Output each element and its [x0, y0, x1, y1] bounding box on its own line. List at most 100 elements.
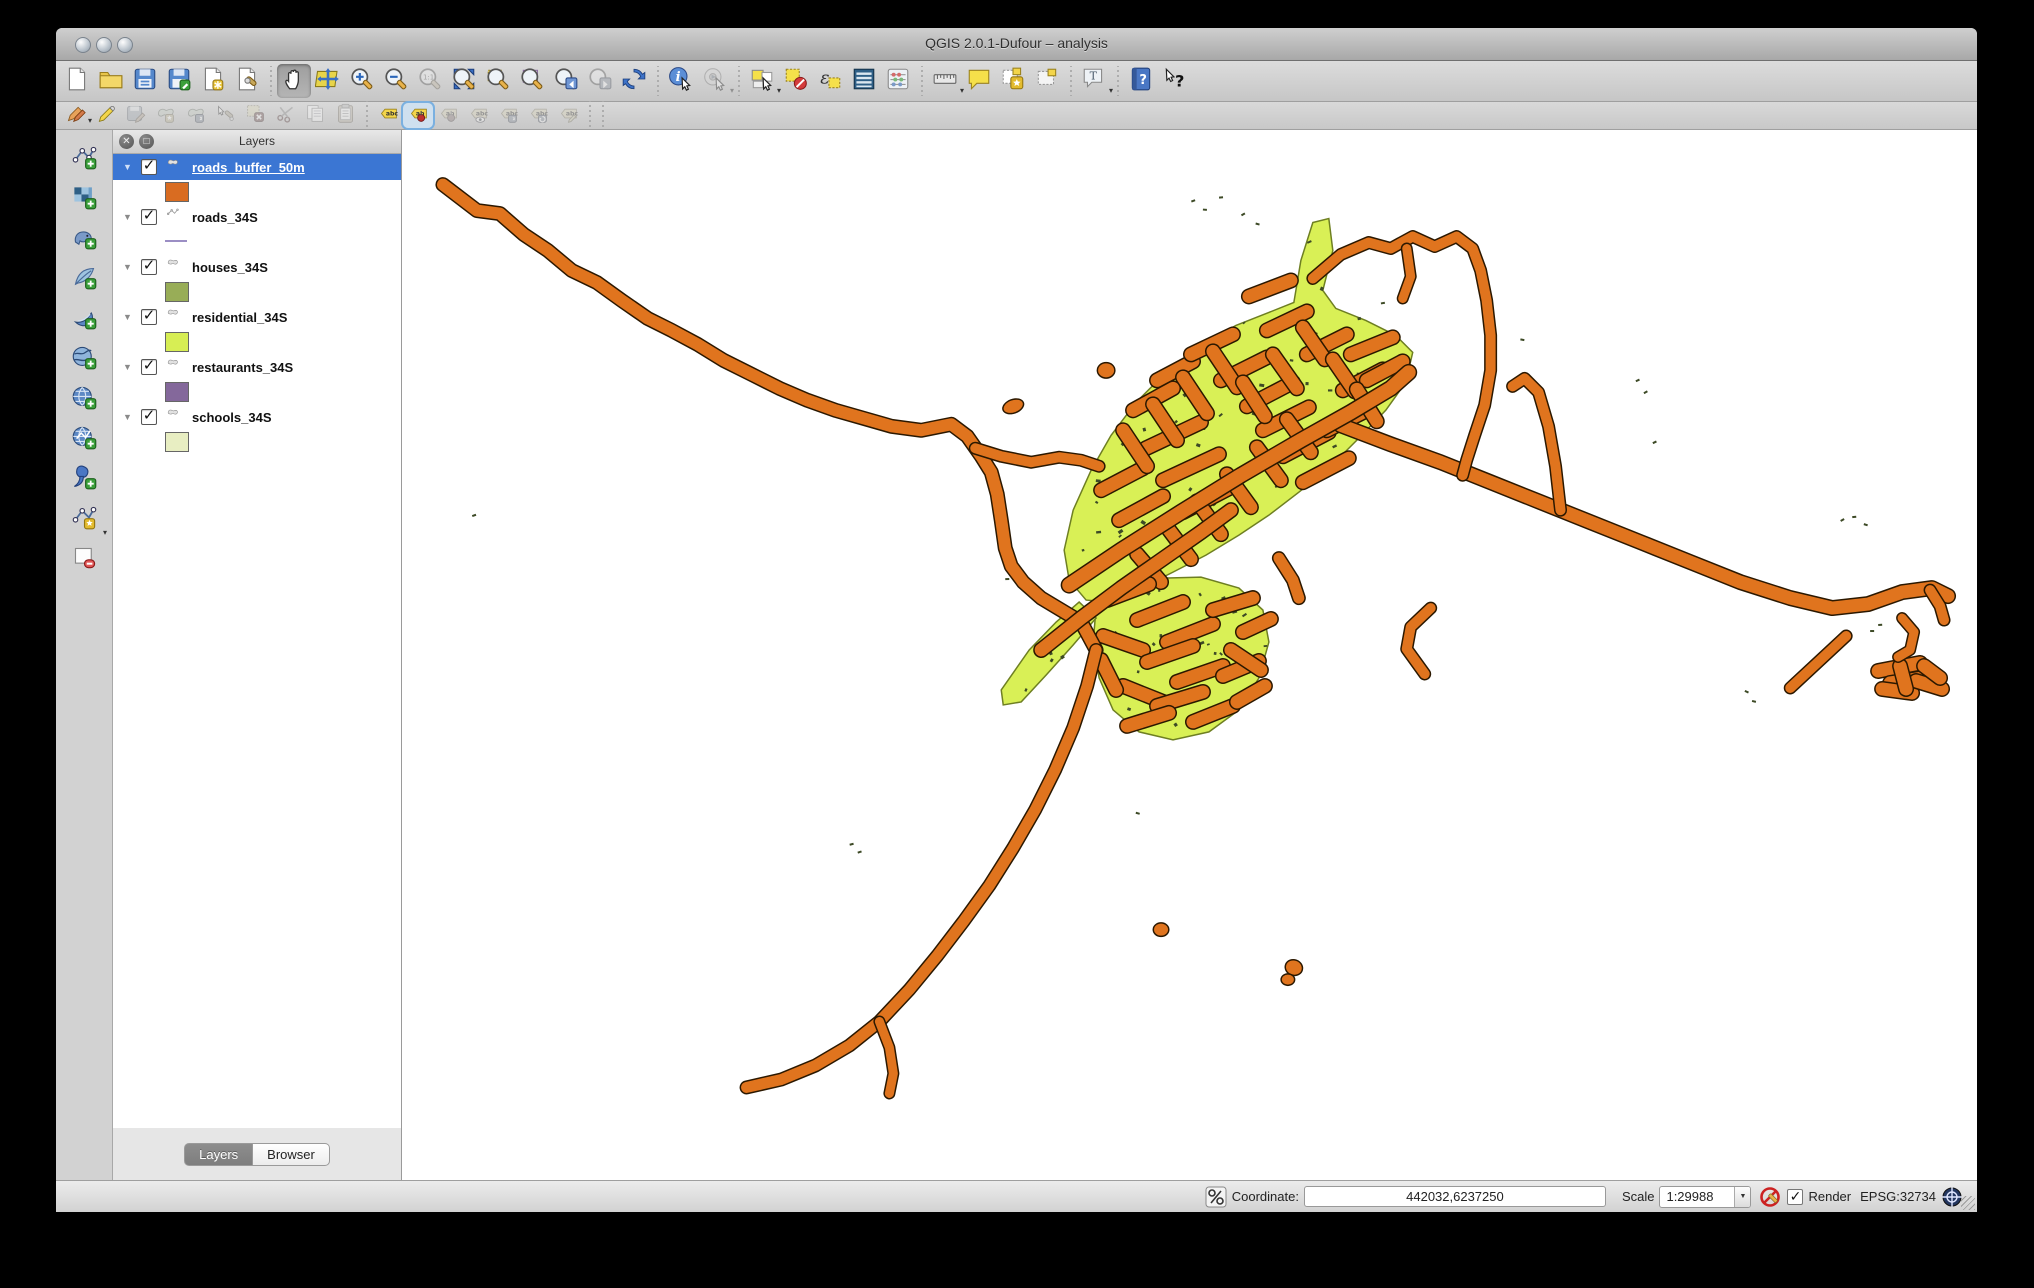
- select-features-button[interactable]: ▾: [745, 64, 779, 98]
- layer-expand-icon[interactable]: ▼: [123, 312, 133, 322]
- toggle-editing-button[interactable]: [90, 103, 120, 128]
- open-project-button[interactable]: [94, 64, 128, 98]
- zoom-out-button[interactable]: [379, 64, 413, 98]
- panel-tab-browser[interactable]: Browser: [253, 1143, 330, 1166]
- text-annotation-button[interactable]: T▾: [1077, 64, 1111, 98]
- toolbar-separator: [585, 101, 594, 131]
- pan-map-button[interactable]: [277, 64, 311, 98]
- whats-this-button[interactable]: ?: [1158, 64, 1192, 98]
- measure-button[interactable]: ▾: [928, 64, 962, 98]
- map-canvas[interactable]: [402, 130, 1977, 1180]
- current-edits-button[interactable]: ▾: [60, 103, 90, 128]
- refresh-button[interactable]: [617, 64, 651, 98]
- layer-visibility-checkbox[interactable]: ✓: [141, 409, 157, 425]
- layer-name: schools_34S: [192, 410, 272, 425]
- coordinate-input[interactable]: 442032,6237250: [1304, 1186, 1606, 1207]
- map-tips-button[interactable]: [962, 64, 996, 98]
- zoom-in-button[interactable]: [345, 64, 379, 98]
- layer-item-schools_34S[interactable]: ▼ ✓ schools_34S: [113, 404, 401, 430]
- layer-item-roads_buffer_50m[interactable]: ▼✓roads_buffer_50m: [113, 154, 401, 180]
- resize-grip[interactable]: [1961, 1196, 1975, 1210]
- layer-item-restaurants_34S[interactable]: ▼ ✓ restaurants_34S: [113, 354, 401, 380]
- layer-visibility-checkbox[interactable]: ✓: [141, 159, 157, 175]
- save-project-as-icon: [166, 66, 192, 97]
- identify-features-icon: i: [668, 66, 694, 97]
- layer-symbology-row: [113, 330, 401, 354]
- layer-expand-icon[interactable]: ▼: [123, 412, 133, 422]
- identify-features-button[interactable]: i: [664, 64, 698, 98]
- crs-globe-icon[interactable]: [1941, 1186, 1963, 1208]
- layer-name: restaurants_34S: [192, 360, 293, 375]
- new-bookmark-icon: [1000, 66, 1026, 97]
- toggle-extents-icon[interactable]: [1205, 1186, 1227, 1208]
- add-delimited-text-button[interactable]: [63, 460, 105, 500]
- zoom-last-button[interactable]: [549, 64, 583, 98]
- pan-to-selection-button[interactable]: [311, 64, 345, 98]
- new-composer-button[interactable]: [196, 64, 230, 98]
- label-move-button: abc: [493, 103, 523, 128]
- add-wfs-layer-button[interactable]: [63, 420, 105, 460]
- layer-item-residential_34S[interactable]: ▼✓residential_34S: [113, 304, 401, 330]
- new-shapefile-layer-dropdown-icon[interactable]: ▾: [103, 528, 107, 537]
- text-annotation-dropdown-icon[interactable]: ▾: [1109, 86, 1113, 95]
- layer-item-houses_34S[interactable]: ▼✓houses_34S: [113, 254, 401, 280]
- label-pin-active-button[interactable]: ab: [403, 103, 433, 128]
- layer-expand-icon[interactable]: ▼: [123, 212, 133, 222]
- layer-item-roads_34S[interactable]: ▼✓roads_34S: [113, 204, 401, 230]
- add-postgis-layer-button[interactable]: [63, 220, 105, 260]
- save-project-button[interactable]: [128, 64, 162, 98]
- add-raster-layer-button[interactable]: [63, 180, 105, 220]
- add-mssql-layer-button[interactable]: [63, 300, 105, 340]
- composer-manager-button[interactable]: [230, 64, 264, 98]
- new-shapefile-layer-icon: [71, 504, 98, 536]
- help-contents-button[interactable]: ?: [1124, 64, 1158, 98]
- new-shapefile-layer-button[interactable]: ▾: [63, 500, 105, 540]
- zoom-full-button[interactable]: [447, 64, 481, 98]
- current-edits-icon: [65, 103, 86, 129]
- layer-symbology-row: [113, 280, 401, 304]
- new-project-button[interactable]: [60, 64, 94, 98]
- layer-visibility-checkbox[interactable]: ✓: [141, 359, 157, 375]
- new-bookmark-button[interactable]: [996, 64, 1030, 98]
- layer-visibility-checkbox[interactable]: ✓: [141, 259, 157, 275]
- stop-render-icon[interactable]: [1759, 1186, 1781, 1208]
- pan-to-selection-icon: [315, 66, 341, 97]
- scale-combobox[interactable]: 1:29988 ▼: [1659, 1186, 1751, 1208]
- attribute-table-button[interactable]: [847, 64, 881, 98]
- zoom-selection-button[interactable]: [481, 64, 515, 98]
- delete-selected-button: [240, 103, 270, 128]
- add-vector-layer-button[interactable]: [63, 140, 105, 180]
- add-spatialite-layer-button[interactable]: [63, 260, 105, 300]
- scale-value: 1:29988: [1660, 1189, 1734, 1204]
- pan-map-icon: [281, 66, 307, 97]
- add-wms-layer-button[interactable]: [63, 340, 105, 380]
- zoom-next-button: [583, 64, 617, 98]
- add-wcs-layer-button[interactable]: [63, 380, 105, 420]
- layer-expand-icon[interactable]: ▼: [123, 162, 133, 172]
- layer-expand-icon[interactable]: ▼: [123, 262, 133, 272]
- field-calculator-button[interactable]: [881, 64, 915, 98]
- svg-text:1:1: 1:1: [423, 72, 434, 81]
- add-wms-layer-icon: [71, 344, 98, 376]
- save-project-as-button[interactable]: [162, 64, 196, 98]
- zoom-layer-button[interactable]: [515, 64, 549, 98]
- add-wfs-layer-icon: [71, 424, 98, 456]
- layer-expand-icon[interactable]: ▼: [123, 362, 133, 372]
- remove-layer-button[interactable]: [63, 540, 105, 580]
- layer-symbology-row: [113, 380, 401, 404]
- label-toolbar-button[interactable]: abc: [373, 103, 403, 128]
- feature-action-dropdown-icon[interactable]: ▾: [730, 86, 734, 95]
- layer-swatch: [165, 240, 187, 242]
- polygon-geometry-icon: [164, 408, 186, 427]
- deselect-features-button[interactable]: [779, 64, 813, 98]
- scale-dropdown-icon[interactable]: ▼: [1734, 1187, 1750, 1207]
- layer-visibility-checkbox[interactable]: ✓: [141, 309, 157, 325]
- title-bar[interactable]: QGIS 2.0.1-Dufour – analysis: [56, 28, 1977, 61]
- status-bar: Coordinate: 442032,6237250 Scale 1:29988…: [56, 1180, 1977, 1212]
- layer-visibility-checkbox[interactable]: ✓: [141, 209, 157, 225]
- panel-tab-layers[interactable]: Layers: [184, 1143, 253, 1166]
- show-bookmarks-button[interactable]: [1030, 64, 1064, 98]
- qgis-window: QGIS 2.0.1-Dufour – analysis 1:1i▾▾ε▾T▾?…: [56, 28, 1977, 1212]
- render-checkbox[interactable]: ✓: [1787, 1189, 1803, 1205]
- select-by-expression-button[interactable]: ε: [813, 64, 847, 98]
